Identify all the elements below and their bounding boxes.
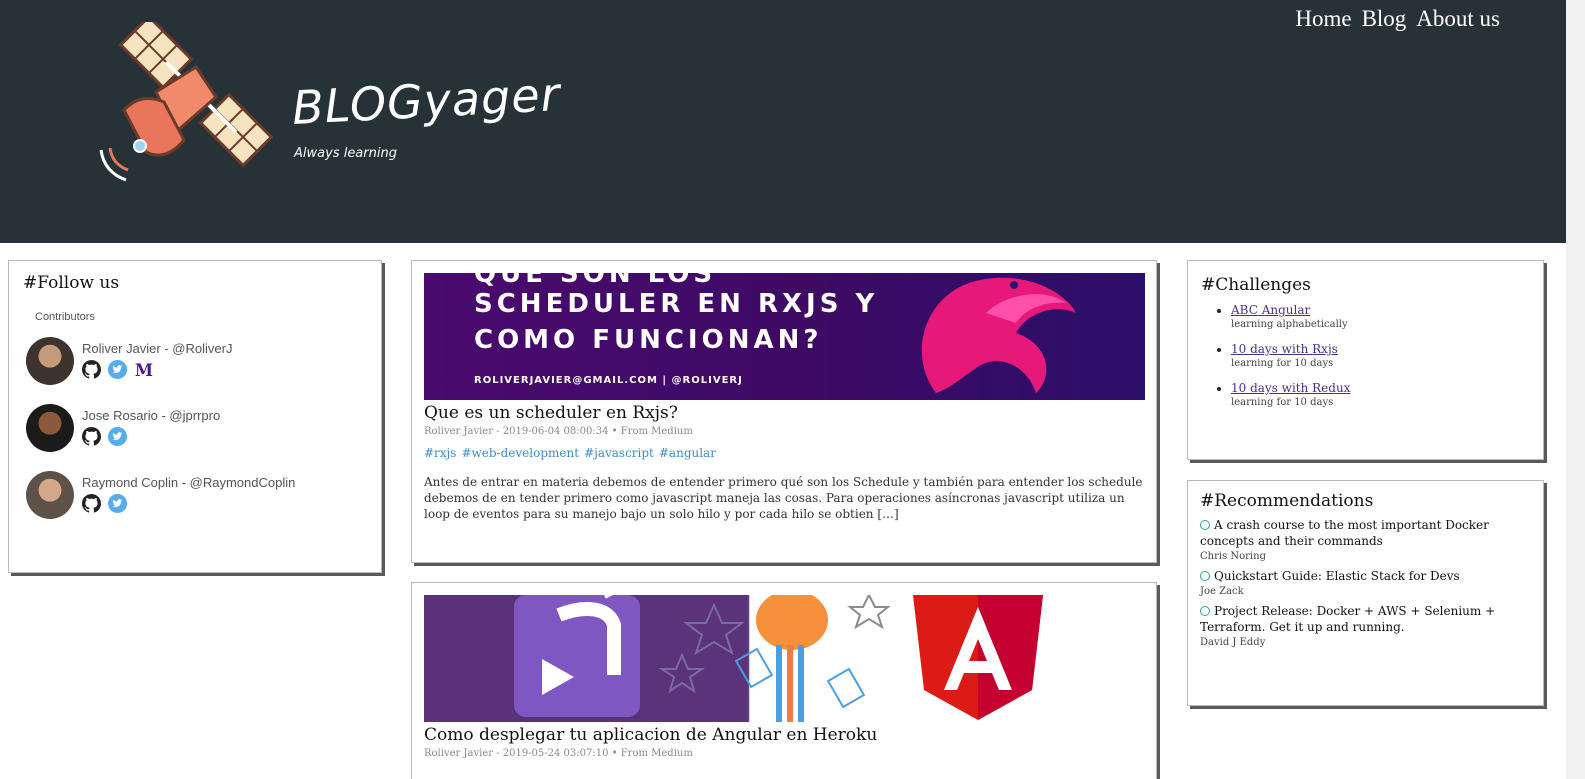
post-banner-image[interactable]: [424, 595, 1145, 722]
nav-home[interactable]: Home: [1295, 6, 1351, 32]
banner-line: COMO FUNCIONAN?: [474, 325, 823, 355]
contributors-label: Contributors: [35, 311, 95, 323]
post-title[interactable]: Como desplegar tu aplicacion de Angular …: [424, 725, 1144, 745]
medium-icon[interactable]: M: [134, 360, 153, 379]
github-icon[interactable]: [82, 360, 101, 379]
post-excerpt: Antes de entrar en materia debemos de en…: [424, 475, 1143, 521]
twitter-icon[interactable]: [108, 494, 127, 513]
tag-link[interactable]: #rxjs: [424, 446, 456, 460]
circle-icon: [1200, 606, 1210, 616]
site-logo[interactable]: BLOGyager Always learning: [96, 14, 562, 192]
contributor-item: Raymond Coplin - @RaymondCoplin: [26, 471, 367, 519]
nav-blog[interactable]: Blog: [1362, 6, 1407, 32]
contributor-item: Jose Rosario - @jprrpro: [26, 404, 367, 452]
challenges-list: ABC Angular learning alphabetically 10 d…: [1231, 303, 1530, 408]
circle-icon: [1200, 520, 1210, 530]
heroku-angular-illustration: [514, 595, 1043, 722]
nav-about[interactable]: About us: [1416, 6, 1500, 32]
recommendation-author: David J Eddy: [1200, 637, 1266, 648]
tag-link[interactable]: #javascript: [584, 446, 654, 460]
post-banner-image[interactable]: QUE SON LOS SCHEDULER EN RXJS Y COMO FUN…: [424, 273, 1145, 400]
recommendation-title[interactable]: A crash course to the most important Doc…: [1200, 518, 1489, 548]
satellite-icon: [99, 14, 274, 182]
post-meta: Roliver Javier - 2019-05-24 03:07:10 • F…: [424, 748, 693, 759]
site-header: BLOGyager Always learning Home Blog Abou…: [0, 0, 1566, 243]
github-icon[interactable]: [82, 427, 101, 446]
tag-link[interactable]: #web-development: [461, 446, 579, 460]
logo-title: BLOGyager: [290, 67, 562, 135]
post-card: Como desplegar tu aplicacion de Angular …: [411, 582, 1157, 779]
banner-line: SCHEDULER EN RXJS Y: [474, 289, 879, 319]
logo-subtitle: Always learning: [294, 146, 397, 161]
challenge-item: 10 days with Redux learning for 10 days: [1231, 381, 1530, 408]
recommendation-author: Joe Zack: [1200, 586, 1244, 597]
challenge-description: learning for 10 days: [1231, 397, 1334, 408]
challenge-description: learning alphabetically: [1231, 319, 1348, 330]
banner-line: QUE SON LOS: [474, 273, 717, 289]
challenges-heading: #Challenges: [1201, 275, 1311, 295]
twitter-icon[interactable]: [108, 360, 127, 379]
post-meta: Roliver Javier - 2019-06-04 08:00:34 • F…: [424, 426, 693, 437]
twitter-icon[interactable]: [108, 427, 127, 446]
challenge-link[interactable]: 10 days with Rxjs: [1231, 342, 1338, 356]
contributor-item: Roliver Javier - @RoliverJ M: [26, 337, 367, 385]
recommendation-item[interactable]: Quickstart Guide: Elastic Stack for Devs…: [1200, 568, 1531, 597]
post-card: QUE SON LOS SCHEDULER EN RXJS Y COMO FUN…: [411, 260, 1157, 563]
recommendation-author: Chris Noring: [1200, 551, 1266, 562]
recommendation-item[interactable]: Project Release: Docker + AWS + Selenium…: [1200, 603, 1531, 648]
challenge-item: 10 days with Rxjs learning for 10 days: [1231, 342, 1530, 369]
challenge-description: learning for 10 days: [1231, 358, 1334, 369]
challenges-card: #Challenges ABC Angular learning alphabe…: [1187, 260, 1544, 460]
recommendations-card: #Recommendations A crash course to the m…: [1187, 480, 1544, 706]
contributor-name: Raymond Coplin - @RaymondCoplin: [82, 475, 296, 490]
follow-us-card: #Follow us Contributors Roliver Javier -…: [8, 260, 382, 573]
circle-icon: [1200, 571, 1210, 581]
challenge-link[interactable]: 10 days with Redux: [1231, 381, 1350, 395]
tag-link[interactable]: #angular: [659, 446, 716, 460]
recommendation-title[interactable]: Quickstart Guide: Elastic Stack for Devs: [1214, 569, 1460, 583]
recommendation-title[interactable]: Project Release: Docker + AWS + Selenium…: [1200, 604, 1495, 634]
challenge-item: ABC Angular learning alphabetically: [1231, 303, 1530, 330]
banner-footer: ROLIVERJAVIER@GMAIL.COM | @ROLIVERJ: [474, 375, 743, 386]
avatar: [26, 404, 74, 452]
post-tags: #rxjs #web-development #javascript #angu…: [424, 446, 1144, 460]
recommendations-heading: #Recommendations: [1200, 491, 1374, 511]
avatar: [26, 471, 74, 519]
follow-us-heading: #Follow us: [23, 273, 120, 293]
recommendation-item[interactable]: A crash course to the most important Doc…: [1200, 517, 1531, 562]
github-icon[interactable]: [82, 494, 101, 513]
contributor-name: Roliver Javier - @RoliverJ: [82, 341, 233, 356]
page-scrollbar[interactable]: [1566, 0, 1585, 779]
main-nav: Home Blog About us: [1295, 6, 1500, 32]
challenge-link[interactable]: ABC Angular: [1231, 303, 1310, 317]
avatar: [26, 337, 74, 385]
rxjs-logo-icon: [921, 277, 1076, 393]
post-title[interactable]: Que es un scheduler en Rxjs?: [424, 403, 1144, 423]
contributor-name: Jose Rosario - @jprrpro: [82, 408, 221, 423]
svg-text:M: M: [135, 361, 153, 379]
